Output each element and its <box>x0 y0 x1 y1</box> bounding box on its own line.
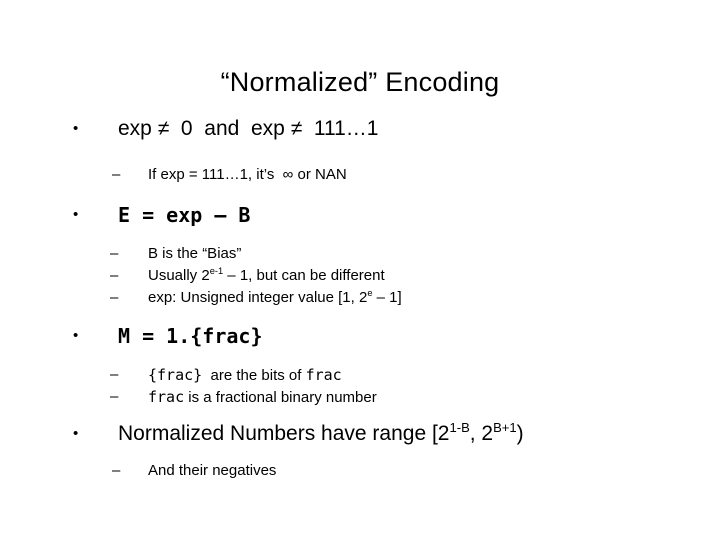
normalized-range-exponent-low: 1-B <box>449 420 470 435</box>
subbullet-bias-definition: – B is the “Bias” <box>0 243 720 265</box>
normalized-range-exponent-high: B+1 <box>493 420 517 435</box>
not-equal-icon-2: ≠ <box>290 117 303 140</box>
subbullet-exp-range-text: exp: Unsigned integer value [1, 2e – 1] <box>148 288 402 306</box>
subbullet-bias-value-text: Usually 2e-1 – 1, but can be different <box>148 266 385 284</box>
subbullet-frac-fractional: – frac is a fractional binary number <box>0 386 720 408</box>
not-equal-icon-1: ≠ <box>157 117 170 140</box>
subbullet-negatives-text: And their negatives <box>148 462 277 479</box>
subbullet-negatives: – And their negatives <box>0 460 720 482</box>
normalized-range-tail: ) <box>516 422 524 445</box>
dash-glyph: – <box>110 267 119 284</box>
frac-braces-code: {frac} <box>148 366 203 384</box>
subbullet-exp-range: – exp: Unsigned integer value [1, 2e – 1… <box>0 287 720 309</box>
subbullet-frac-bits: – {frac} are the bits of frac <box>0 364 720 386</box>
exp-range-tail: – 1] <box>372 289 402 306</box>
normalized-range-lead: Normalized Numbers have range [2 <box>118 422 450 445</box>
slide: “Normalized” Encoding • exp ≠ 0 and exp … <box>0 0 720 540</box>
bias-value-exponent: e-1 <box>209 266 224 276</box>
bullet-mantissa-formula: • M = 1.{frac} <box>0 321 720 351</box>
bullet-glyph: • <box>73 327 79 344</box>
exp-token-2: exp <box>250 117 285 140</box>
bullet-normalized-range: • Normalized Numbers have range [21-B, 2… <box>0 419 720 449</box>
subbullet-infinity-nan: – If exp = 111…1, it’s ∞ or NAN <box>0 164 720 186</box>
normalized-range-middle: , 2 <box>469 422 494 445</box>
dash-glyph: – <box>110 388 119 405</box>
frac-code-2: frac <box>148 388 185 406</box>
bullet-exp-condition-text: exp ≠ 0 and exp ≠ 111…1 <box>118 117 379 140</box>
subbullet-infinity-nan-text: If exp = 111…1, it’s ∞ or NAN <box>148 166 347 183</box>
subbullet-bias-value: – Usually 2e-1 – 1, but can be different <box>0 265 720 287</box>
dash-glyph: – <box>112 166 121 183</box>
bullet-glyph: • <box>73 425 79 442</box>
exp-range-lead: exp: Unsigned integer value [1, 2 <box>148 289 368 306</box>
dash-glyph: – <box>110 366 119 383</box>
subbullet-frac-fractional-text: frac is a fractional binary number <box>148 388 377 406</box>
dash-glyph: – <box>110 289 119 306</box>
bias-value-tail: – 1, but can be different <box>223 267 385 284</box>
ones-token: 111…1 <box>313 117 379 140</box>
bullet-exp-condition: • exp ≠ 0 and exp ≠ 111…1 <box>0 114 720 144</box>
subbullet-frac-bits-text: {frac} are the bits of frac <box>148 366 342 384</box>
exp-token-1: exp <box>118 117 152 140</box>
or-nan-tail: or NAN <box>297 166 347 183</box>
page-title: “Normalized” Encoding <box>220 67 500 97</box>
bullet-normalized-range-text: Normalized Numbers have range [21-B, 2B+… <box>118 420 524 445</box>
exponent-formula-code: E = exp – B <box>118 203 251 227</box>
frac-fractional-tail: is a fractional binary number <box>188 389 377 406</box>
if-exp-lead: If exp = 111…1, it’s <box>148 166 275 183</box>
dash-glyph: – <box>110 245 119 262</box>
mantissa-formula-code: M = 1.{frac} <box>118 324 263 348</box>
bullet-glyph: • <box>73 206 79 223</box>
and-token: and <box>204 117 240 140</box>
bullet-glyph: • <box>73 120 79 137</box>
bullet-exponent-formula: • E = exp – B <box>0 200 720 230</box>
frac-code-1: frac <box>305 366 342 384</box>
slide-body: • exp ≠ 0 and exp ≠ 111…1 – If exp = 111… <box>0 114 720 482</box>
zero-token: 0 <box>180 117 193 140</box>
bias-value-lead: Usually 2 <box>148 267 210 284</box>
dash-glyph: – <box>112 462 121 479</box>
infinity-icon: ∞ <box>282 166 294 183</box>
frac-bits-middle: are the bits of <box>210 367 302 384</box>
subbullet-bias-definition-text: B is the “Bias” <box>148 245 242 262</box>
